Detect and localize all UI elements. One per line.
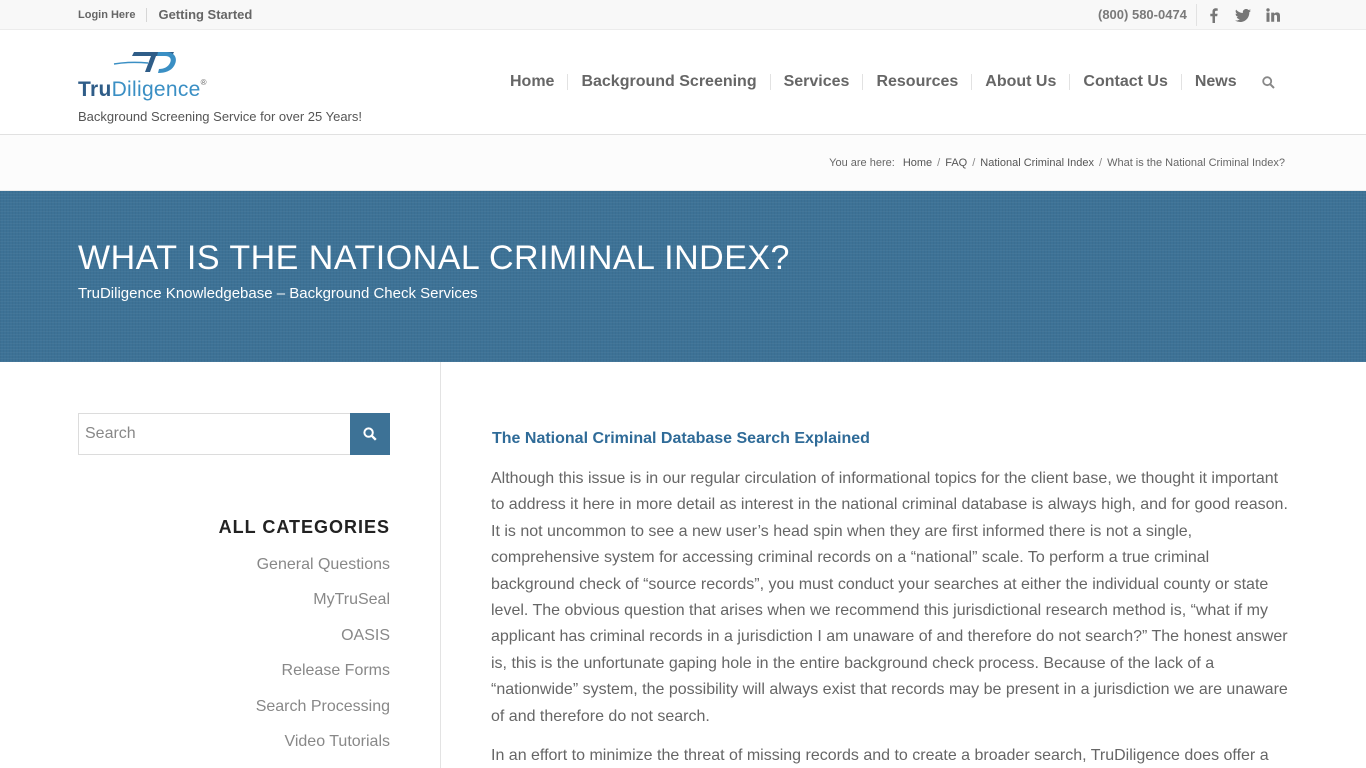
breadcrumb-prefix: You are here:: [829, 157, 895, 169]
login-link[interactable]: Login Here: [78, 9, 135, 21]
categories-title: ALL CATEGORIES: [218, 517, 390, 537]
nav-news[interactable]: News: [1182, 73, 1250, 91]
category-mytruseal[interactable]: MyTruSeal: [313, 591, 390, 608]
page-subtitle: TruDiligence Knowledgebase – Background …: [78, 285, 478, 302]
breadcrumb-separator: /: [972, 157, 976, 169]
list-item: Search Processing: [256, 698, 390, 733]
breadcrumb-separator: /: [1099, 157, 1103, 169]
top-link-divider: [146, 7, 148, 22]
list-item: OASIS: [256, 627, 390, 662]
breadcrumb-national-criminal-index[interactable]: National Criminal Index: [980, 157, 1094, 169]
list-item: General Questions: [256, 556, 390, 591]
phone-divider: [1196, 4, 1197, 26]
site-header: TruDiligence® Background Screening Servi…: [0, 30, 1366, 135]
top-links: Login Here Getting Started: [78, 7, 252, 22]
breadcrumb: You are here: Home / FAQ / National Crim…: [829, 157, 1285, 169]
main-nav: Home Background Screening Services Resou…: [497, 72, 1250, 92]
page-banner: WHAT IS THE NATIONAL CRIMINAL INDEX? Tru…: [0, 191, 1366, 362]
article-paragraph-2: In an effort to minimize the threat of m…: [491, 747, 1269, 764]
list-item: Release Forms: [256, 662, 390, 697]
getting-started-link[interactable]: Getting Started: [158, 7, 252, 22]
top-bar: Login Here Getting Started (800) 580-047…: [0, 0, 1366, 30]
category-oasis[interactable]: OASIS: [341, 627, 390, 644]
breadcrumb-current: What is the National Criminal Index?: [1107, 157, 1285, 169]
page-title: WHAT IS THE NATIONAL CRIMINAL INDEX?: [78, 239, 790, 277]
article-heading: The National Criminal Database Search Ex…: [492, 430, 870, 447]
breadcrumb-bar: You are here: Home / FAQ / National Crim…: [0, 135, 1366, 191]
phone-number: (800) 580-0474: [1098, 7, 1187, 22]
nav-contact-us[interactable]: Contact Us: [1070, 73, 1180, 91]
category-general-questions[interactable]: General Questions: [257, 556, 390, 573]
breadcrumb-home[interactable]: Home: [903, 157, 932, 169]
breadcrumb-separator: /: [937, 157, 941, 169]
linkedin-icon[interactable]: [1258, 0, 1288, 30]
category-search-processing[interactable]: Search Processing: [256, 698, 390, 715]
nav-services[interactable]: Services: [771, 73, 863, 91]
categories-list: General Questions MyTruSeal OASIS Releas…: [256, 556, 390, 768]
search-icon: [363, 427, 377, 441]
search-submit-button[interactable]: [350, 413, 390, 455]
sidebar-divider: [440, 362, 441, 768]
list-item: Video Tutorials: [256, 733, 390, 768]
article-paragraph-1: Although this issue is in our regular ci…: [491, 470, 1288, 725]
list-item: MyTruSeal: [256, 591, 390, 626]
site-tagline: Background Screening Service for over 25…: [78, 109, 363, 124]
facebook-icon[interactable]: [1198, 0, 1228, 30]
nav-background-screening[interactable]: Background Screening: [568, 73, 769, 91]
breadcrumb-faq[interactable]: FAQ: [945, 157, 967, 169]
nav-about-us[interactable]: About Us: [972, 73, 1069, 91]
search-input[interactable]: [78, 413, 351, 455]
nav-resources[interactable]: Resources: [863, 73, 971, 91]
category-video-tutorials[interactable]: Video Tutorials: [284, 733, 390, 750]
category-release-forms[interactable]: Release Forms: [282, 662, 390, 679]
nav-home[interactable]: Home: [497, 73, 567, 91]
twitter-icon[interactable]: [1228, 0, 1258, 30]
search-icon[interactable]: [1259, 73, 1277, 91]
logo-wordmark: TruDiligence®: [78, 78, 207, 101]
